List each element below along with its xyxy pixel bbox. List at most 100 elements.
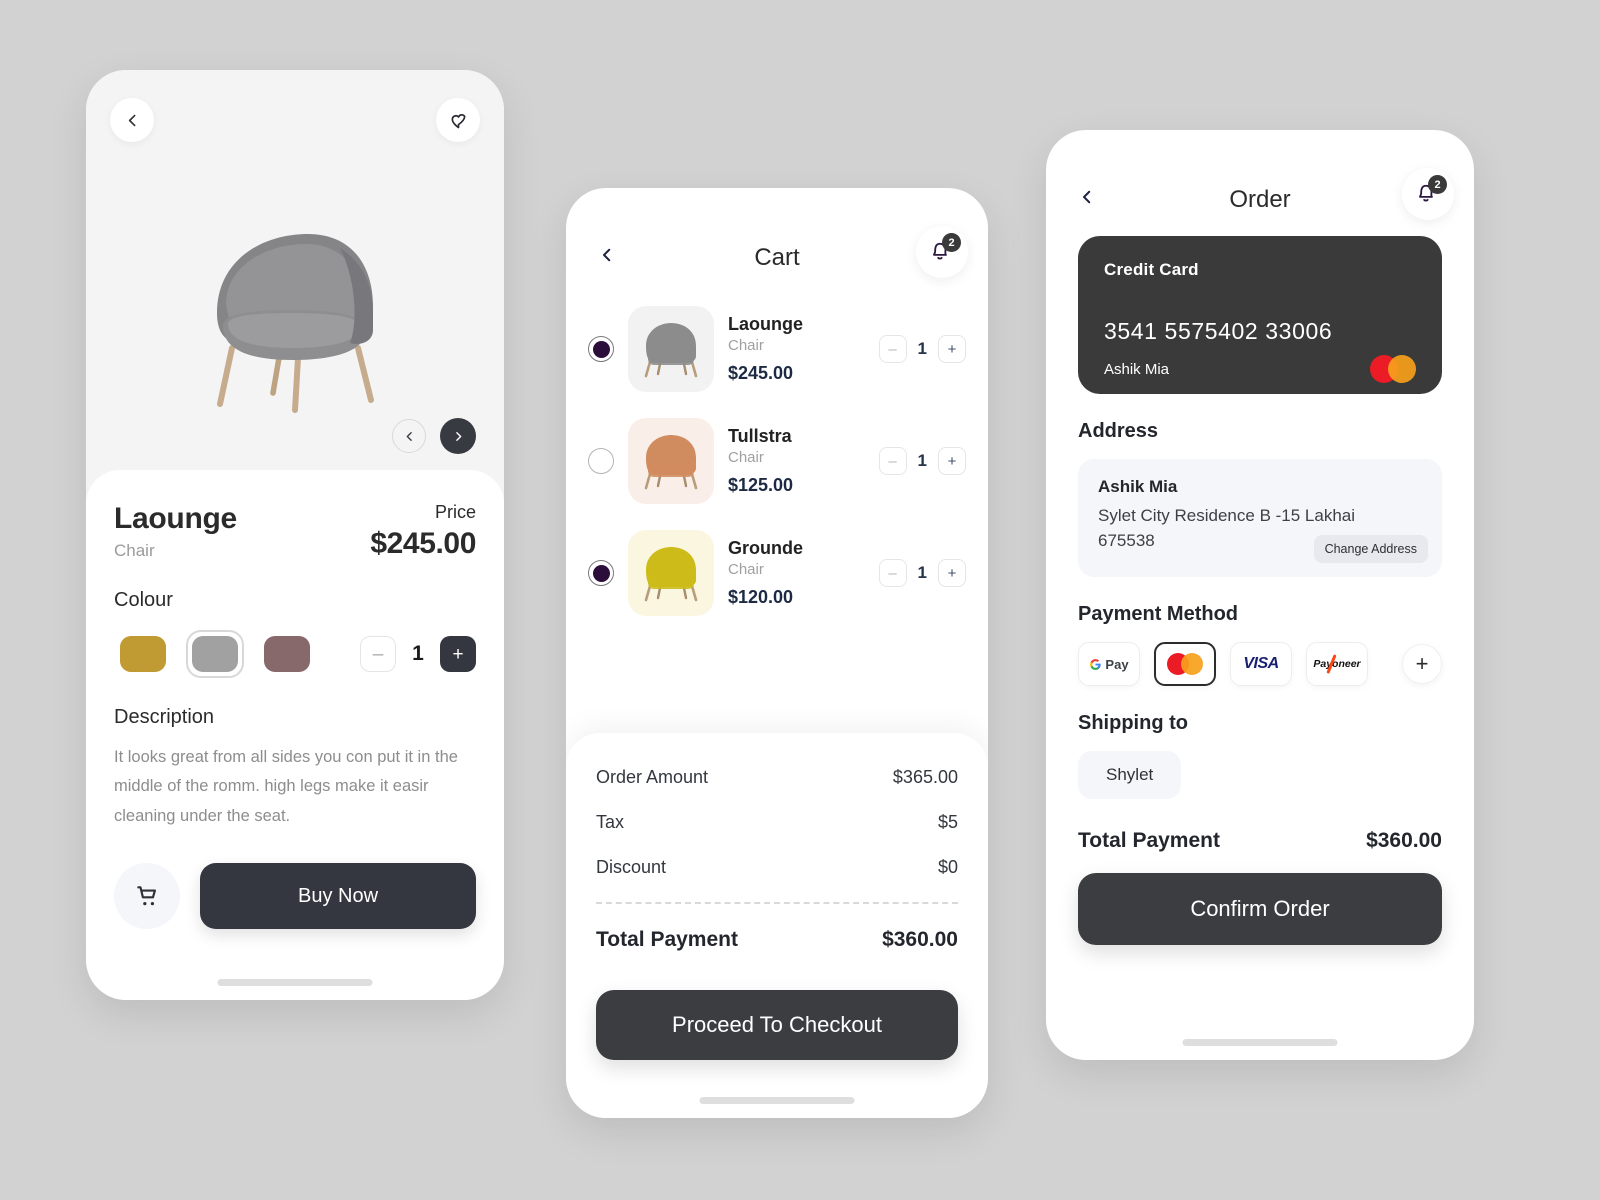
cart-item-increment-button[interactable]: + (938, 447, 966, 475)
credit-card-number: 3541 5575402 33006 (1104, 318, 1333, 344)
cart-item-quantity-stepper: –1 + (878, 447, 966, 475)
proceed-to-checkout-button[interactable]: Proceed To Checkout (596, 990, 958, 1060)
quantity-increment-button[interactable]: + (440, 636, 476, 672)
back-button[interactable] (592, 240, 622, 270)
add-payment-method-button[interactable]: + (1402, 644, 1442, 684)
address-section-title: Address (1078, 420, 1159, 442)
favorite-button[interactable] (436, 98, 480, 142)
payment-method-google-pay[interactable]: Pay (1078, 642, 1140, 686)
credit-card-holder: Ashik Mia (1104, 360, 1170, 378)
notification-badge: 2 (1428, 175, 1447, 194)
chevron-left-icon (603, 248, 611, 262)
bell-wrapper: 2 (1413, 175, 1447, 209)
summary-value: $0 (937, 857, 958, 877)
mastercard-right-circle (1181, 653, 1203, 675)
image-carousel-nav (392, 418, 476, 454)
order-total-row: Total Payment $360.00 (1078, 829, 1442, 853)
cart-item-select-radio[interactable] (588, 448, 614, 474)
carousel-prev-button[interactable] (392, 419, 426, 453)
canvas: Laounge Chair Price $245.00 Colour – 1 +… (0, 0, 1600, 1200)
credit-card[interactable]: Credit Card 3541 5575402 33006 Ashik Mia (1078, 236, 1442, 394)
swatch-fill (192, 636, 238, 672)
cart-item-decrement-button[interactable]: – (878, 447, 907, 475)
colour-swatch-gold[interactable] (114, 630, 172, 678)
cart-item-decrement-button[interactable]: – (878, 559, 907, 587)
summary-row: Discount $0 (596, 857, 958, 878)
cart-item-quantity-stepper: –1 + (878, 335, 966, 363)
order-summary: Order Amount $365.00 Tax $5 Discount $0 Total… (566, 733, 988, 1118)
quantity-stepper: – 1 + (360, 636, 476, 672)
cart-item-price: $245.00 (728, 363, 794, 383)
visa-icon: VISA (1243, 655, 1279, 672)
colour-swatch-grey[interactable] (186, 630, 244, 678)
cart-item-meta: Tullstra Chair $125.00 (728, 426, 865, 496)
hero-toolbar (110, 98, 480, 142)
chevron-left-icon (406, 431, 412, 441)
notifications-button[interactable]: 2 (916, 226, 968, 278)
chevron-left-icon (1083, 190, 1091, 204)
payment-method-row: Pay VISA Payoneer + (1078, 642, 1442, 686)
google-pay-label: Pay (1105, 656, 1129, 672)
confirm-order-button[interactable]: Confirm Order (1078, 873, 1442, 945)
back-button[interactable] (1072, 182, 1102, 212)
cart-item-image (644, 435, 698, 490)
notification-badge: 2 (942, 233, 961, 252)
change-address-button[interactable]: Change Address (1313, 535, 1428, 563)
payment-method-mastercard[interactable] (1154, 642, 1216, 686)
buy-now-button[interactable]: Buy Now (200, 863, 476, 930)
back-button[interactable] (110, 98, 154, 142)
summary-value: $365.00 (892, 767, 958, 787)
page-title: Cart (754, 244, 800, 271)
shipping-section-title: Shipping to (1078, 712, 1188, 734)
cart-item-select-radio[interactable] (588, 560, 614, 586)
summary-label: Order Amount (596, 767, 709, 787)
cart-item-increment-button[interactable]: + (938, 335, 966, 363)
cart-item-name: Grounde (728, 538, 803, 558)
cart-item-price: $120.00 (728, 587, 794, 607)
cart-item: Laounge Chair $245.00 –1 + (588, 294, 966, 406)
mastercard-right-circle (1388, 355, 1416, 383)
cart-item-quantity-stepper: –1 + (878, 559, 966, 587)
cart-item-meta: Laounge Chair $245.00 (728, 314, 865, 384)
cart-item-category: Chair (728, 561, 764, 578)
bell-wrapper: 2 (927, 233, 961, 267)
chevron-right-icon (455, 431, 461, 441)
google-g-icon (1090, 658, 1102, 670)
home-indicator (217, 979, 373, 986)
mastercard-icon (1370, 355, 1416, 383)
price-label: Price (434, 502, 476, 522)
google-pay-icon: Pay (1089, 656, 1129, 672)
cart-item-category: Chair (728, 337, 764, 354)
summary-value: $5 (937, 812, 958, 832)
carousel-next-button[interactable] (440, 418, 476, 454)
cart-item-category: Chair (728, 449, 764, 466)
quantity-decrement-button[interactable]: – (360, 636, 396, 672)
product-detail-sheet: Laounge Chair Price $245.00 Colour – 1 +… (86, 470, 504, 1000)
home-indicator (1182, 1039, 1338, 1046)
product-category: Chair (114, 541, 155, 560)
address-card: Ashik Mia Sylet City Residence B -15 Lak… (1078, 459, 1442, 577)
cart-item-increment-button[interactable]: + (938, 559, 966, 587)
cart-item-select-radio[interactable] (588, 336, 614, 362)
order-screen: Order 2 Credit Card 3541 5575402 33006 A… (1046, 130, 1474, 1060)
credit-card-label: Credit Card (1104, 260, 1199, 279)
radio-dot (592, 340, 610, 358)
add-to-cart-button[interactable] (114, 863, 180, 930)
order-body: Credit Card 3541 5575402 33006 Ashik Mia… (1046, 236, 1474, 945)
product-name: Laounge (114, 502, 237, 535)
payment-method-payoneer[interactable]: Payoneer (1306, 642, 1368, 686)
product-detail-screen: Laounge Chair Price $245.00 Colour – 1 +… (86, 70, 504, 1000)
notifications-button[interactable]: 2 (1402, 168, 1454, 220)
colour-swatch-mauve[interactable] (258, 630, 316, 678)
cart-item-decrement-button[interactable]: – (878, 335, 907, 363)
page-title: Order (1229, 186, 1291, 213)
shipping-city-chip[interactable]: Shylet (1078, 751, 1182, 799)
summary-label: Discount (596, 857, 667, 877)
payment-method-visa[interactable]: VISA (1230, 642, 1292, 686)
summary-divider (596, 902, 958, 904)
shopping-cart-icon (137, 886, 156, 906)
summary-row: Order Amount $365.00 (596, 767, 958, 788)
order-appbar: Order 2 (1046, 130, 1474, 220)
chevron-left-icon (128, 114, 135, 126)
summary-label: Tax (596, 812, 625, 832)
